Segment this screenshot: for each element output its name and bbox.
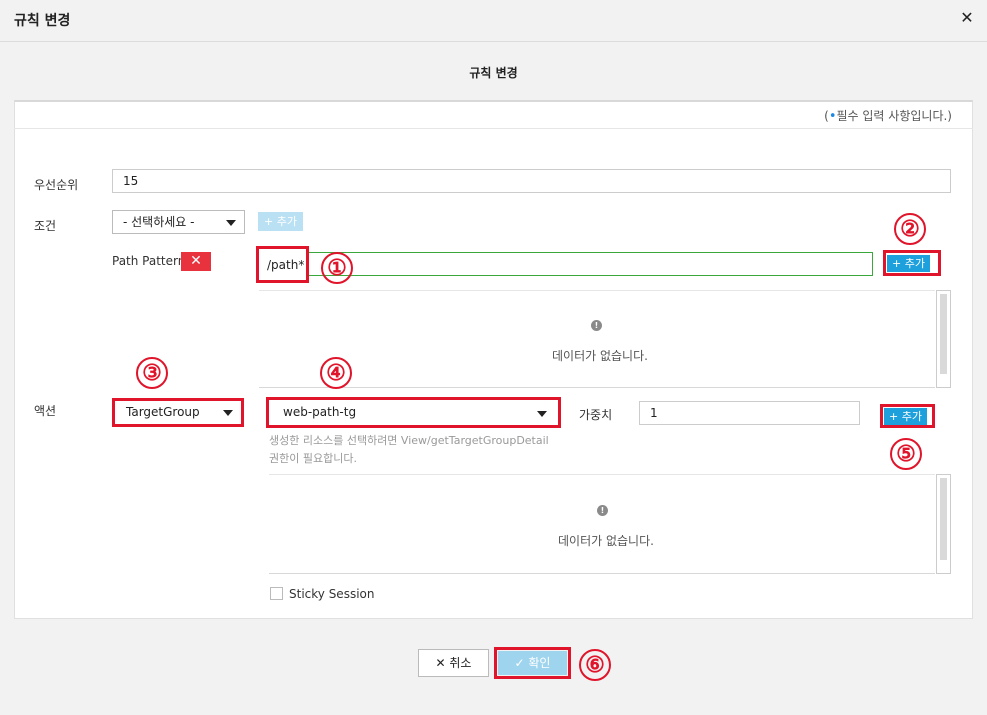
target-group-select[interactable]: web-path-tg: [266, 397, 561, 428]
chevron-down-icon: [537, 411, 547, 417]
annotation-6: ⑥: [579, 649, 611, 681]
permission-help-line2: 권한이 필요합니다.: [269, 452, 357, 465]
info-icon: !: [597, 505, 608, 516]
condition-label: 조건: [34, 219, 57, 233]
permission-help-line1: 생성한 리소스를 선택하려면 View/getTargetGroupDetail: [269, 434, 549, 447]
sticky-session-label: Sticky Session: [289, 587, 375, 601]
annotation-2: ②: [894, 213, 926, 245]
add-path-button[interactable]: + 추가: [887, 255, 930, 272]
section-title: 규칙 변경: [469, 66, 518, 80]
target-list: [269, 474, 935, 574]
ok-button[interactable]: ✓ 확인: [498, 651, 567, 675]
required-note: (•필수 입력 사항입니다.): [824, 109, 952, 124]
path-list: [259, 290, 935, 388]
weight-input[interactable]: 1: [639, 401, 860, 425]
annotation-4: ④: [320, 357, 352, 389]
action-label: 액션: [34, 404, 57, 418]
cancel-button[interactable]: ✕ 취소: [418, 649, 489, 677]
panel-divider: [14, 128, 973, 129]
priority-input[interactable]: 15: [112, 169, 951, 193]
dialog-header: [0, 0, 987, 42]
priority-label: 우선순위: [34, 178, 79, 192]
condition-select[interactable]: - 선택하세요 -: [112, 210, 245, 234]
chevron-down-icon: [223, 410, 233, 416]
annotation-5: ⑤: [890, 438, 922, 470]
check-icon: ✓: [514, 656, 525, 670]
annotation-1: ①: [321, 252, 353, 284]
required-dot-icon: •: [828, 109, 837, 124]
action-type-select[interactable]: TargetGroup: [112, 398, 244, 427]
scrollbar-thumb[interactable]: [940, 478, 947, 560]
dialog-title: 규칙 변경: [14, 13, 71, 29]
target-empty-text: 데이터가 없습니다.: [558, 534, 654, 548]
path-pattern-label: Path Pattern: [112, 254, 186, 268]
close-icon[interactable]: ✕: [957, 8, 977, 28]
sticky-session-checkbox[interactable]: [270, 587, 283, 600]
info-icon: !: [591, 320, 602, 331]
weight-label: 가중치: [579, 408, 613, 422]
condition-add-button[interactable]: + 추가: [258, 212, 303, 231]
path-empty-text: 데이터가 없습니다.: [552, 349, 648, 363]
close-icon: ✕: [435, 656, 446, 670]
add-action-button[interactable]: + 추가: [884, 408, 927, 425]
scrollbar-thumb[interactable]: [940, 294, 947, 374]
remove-path-pattern-button[interactable]: ✕: [181, 252, 211, 271]
path-pattern-value: /path*: [267, 258, 305, 272]
annotation-3: ③: [136, 357, 168, 389]
chevron-down-icon: [226, 220, 236, 226]
